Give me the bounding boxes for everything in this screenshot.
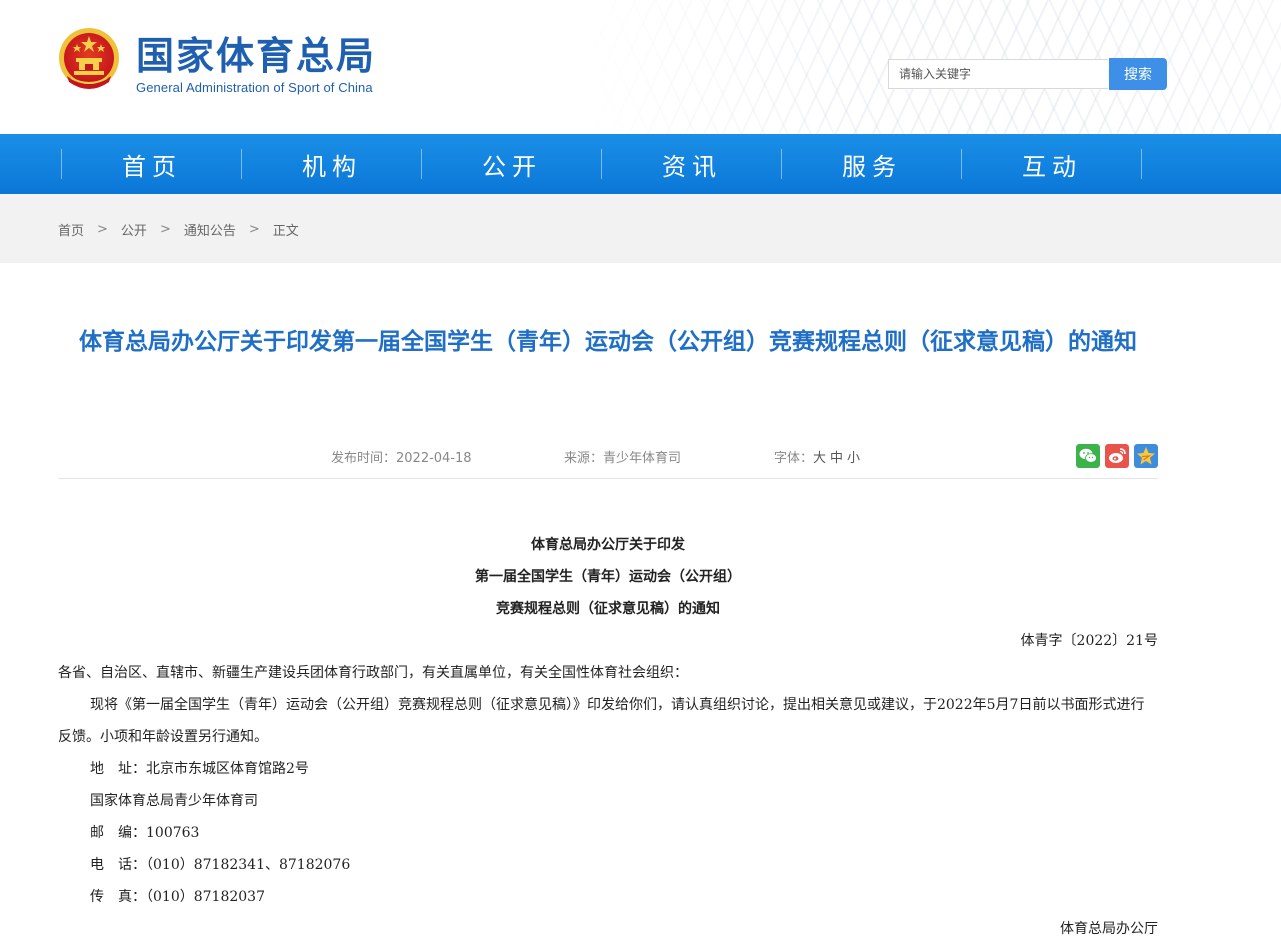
document-signature: 体育总局办公厅 [1060, 921, 1158, 937]
breadcrumb-home[interactable]: 首页 [58, 220, 84, 239]
qzone-icon[interactable] [1134, 444, 1158, 468]
article-source: 来源：青少年体育司 [564, 451, 682, 466]
nav-item-home[interactable]: 首页 [62, 134, 242, 194]
document-paragraph: 现将《第一届全国学生（青年）运动会（公开组）竞赛规程总则（征求意见稿）》印发给你… [58, 697, 1145, 745]
document-heading-line: 体育总局办公厅关于印发 [531, 537, 685, 553]
search-button[interactable]: 搜索 [1109, 58, 1167, 90]
document-heading-line: 竞赛规程总则（征求意见稿）的通知 [496, 601, 720, 617]
breadcrumb-bar: 首页 > 公开 > 通知公告 > 正文 [0, 194, 1281, 263]
publish-time: 发布时间：2022-04-18 [331, 451, 472, 466]
site-header: 国家体育总局 General Administration of Sport o… [0, 0, 1281, 134]
main-nav: 首页 机构 公开 资讯 服务 互动 [0, 134, 1281, 194]
nav-item-interaction[interactable]: 互动 [962, 134, 1142, 194]
document-heading-line: 第一届全国学生（青年）运动会（公开组） [475, 569, 741, 585]
font-size-controls: 字体：大中小 [774, 447, 860, 466]
breadcrumb-separator: > [248, 222, 260, 237]
national-emblem-icon [59, 28, 119, 89]
contact-department: 国家体育总局青少年体育司 [90, 793, 258, 809]
nav-item-news[interactable]: 资讯 [602, 134, 782, 194]
font-size-label: 字体： [774, 451, 814, 466]
contact-zip: 邮 编：100763 [90, 825, 200, 841]
font-size-medium[interactable]: 中 [830, 451, 843, 466]
font-size-large[interactable]: 大 [813, 451, 826, 466]
breadcrumb-notices[interactable]: 通知公告 [184, 220, 236, 239]
nav-separator [1141, 149, 1142, 179]
document-heading: 体育总局办公厅关于印发 第一届全国学生（青年）运动会（公开组） 竞赛规程总则（征… [58, 529, 1158, 945]
search-input[interactable] [888, 59, 1108, 89]
nav-item-services[interactable]: 服务 [782, 134, 962, 194]
article-title: 体育总局办公厅关于印发第一届全国学生（青年）运动会（公开组）竞赛规程总则（征求意… [79, 329, 1137, 355]
document-recipients: 各省、自治区、直辖市、新疆生产建设兵团体育行政部门，有关直属单位，有关全国性体育… [58, 665, 688, 681]
document-number: 体青字〔2022〕21号 [1020, 633, 1158, 649]
breadcrumb-separator: > [97, 222, 108, 237]
nav-item-public[interactable]: 公开 [422, 134, 602, 194]
breadcrumb: 首页 > 公开 > 通知公告 > 正文 [58, 220, 299, 239]
contact-address: 地 址：北京市东城区体育馆路2号 [90, 761, 309, 777]
site-logo-title[interactable]: 国家体育总局 [136, 34, 376, 78]
breadcrumb-current: 正文 [272, 224, 299, 239]
breadcrumb-public[interactable]: 公开 [121, 220, 147, 239]
contact-fax: 传 真：（010）87182037 [90, 889, 265, 905]
contact-phone: 电 话：（010）87182341、87182076 [90, 857, 351, 873]
wechat-icon[interactable] [1076, 444, 1100, 468]
weibo-icon[interactable] [1105, 444, 1129, 468]
article-divider [58, 478, 1158, 479]
breadcrumb-separator: > [159, 222, 171, 237]
font-size-small[interactable]: 小 [847, 451, 860, 466]
nav-item-organization[interactable]: 机构 [242, 134, 422, 194]
site-logo-subtitle[interactable]: General Administration of Sport of China [136, 80, 373, 95]
